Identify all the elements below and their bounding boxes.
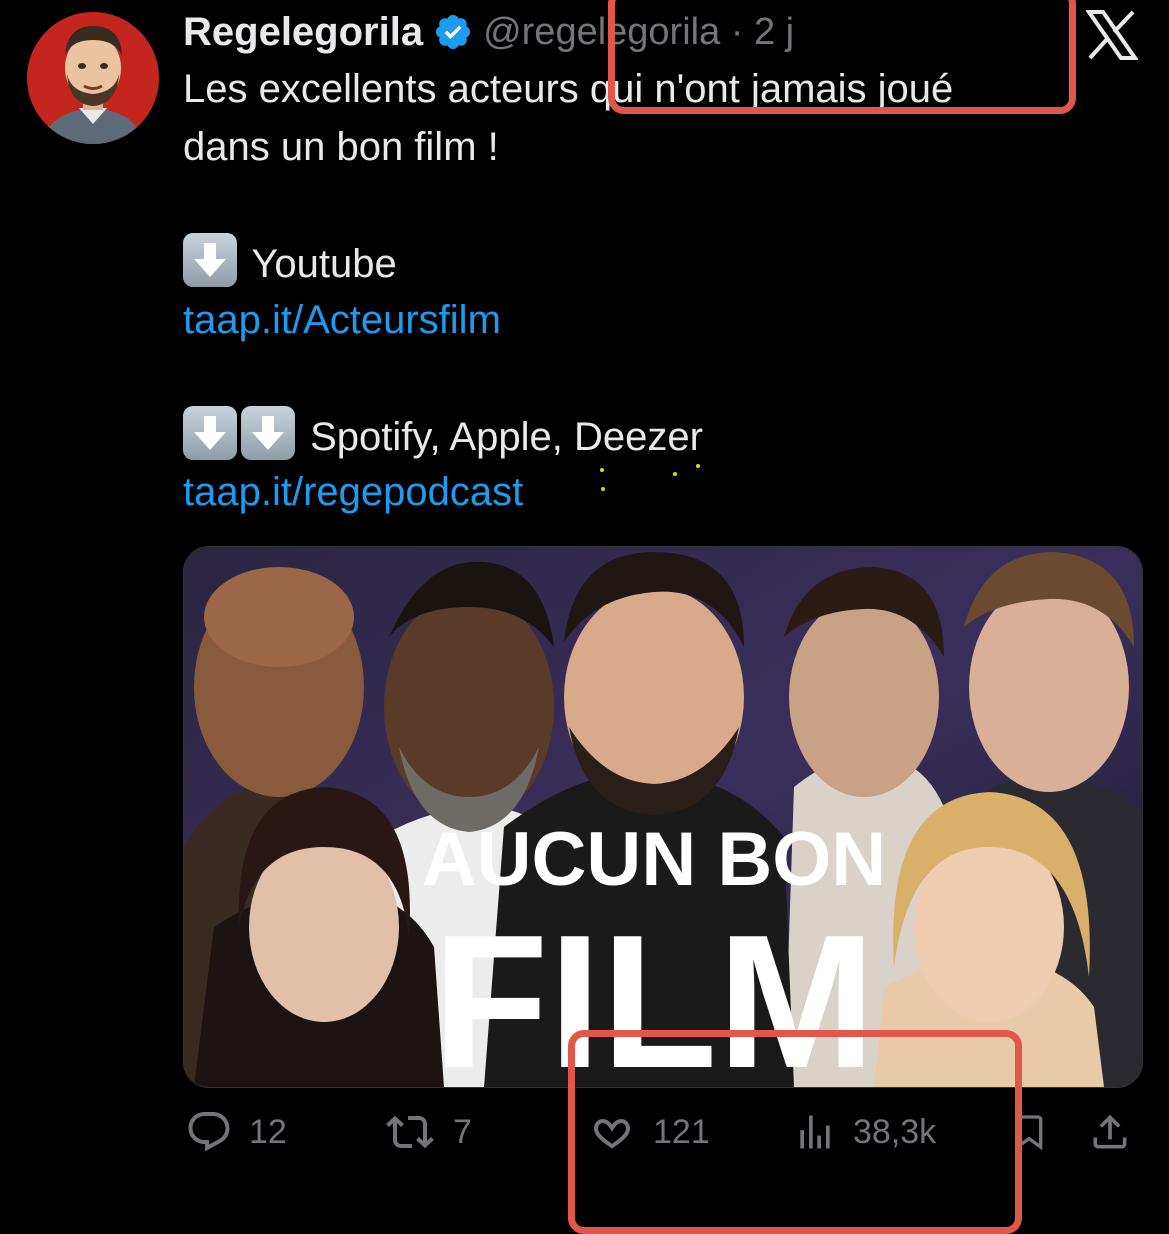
decorative-dot bbox=[600, 468, 604, 472]
down-arrow-emoji-icon bbox=[241, 406, 295, 460]
media-thumbnail[interactable]: AUCUN BON FILM bbox=[183, 546, 1143, 1088]
podcast-line: Spotify, Apple, Deezer bbox=[183, 406, 703, 466]
decorative-dot bbox=[673, 472, 677, 476]
podcast-label: Spotify, Apple, Deezer bbox=[310, 415, 703, 459]
down-arrow-emoji-icon bbox=[183, 233, 237, 287]
tweet-text-line-2: dans un bon film ! bbox=[183, 125, 499, 169]
decorative-dot bbox=[601, 487, 605, 491]
youtube-line: Youtube bbox=[183, 233, 397, 293]
avatar[interactable] bbox=[27, 12, 159, 144]
decorative-dot bbox=[696, 464, 700, 468]
reply-button[interactable]: 12 bbox=[185, 1108, 287, 1156]
repost-count: 7 bbox=[453, 1112, 472, 1151]
share-button[interactable] bbox=[1088, 1108, 1132, 1156]
repost-button[interactable]: 7 bbox=[383, 1108, 472, 1156]
down-arrow-emoji-icon bbox=[183, 406, 237, 460]
reply-count: 12 bbox=[249, 1112, 287, 1151]
reply-icon bbox=[188, 1112, 230, 1152]
share-icon bbox=[1093, 1114, 1127, 1149]
youtube-label: Youtube bbox=[251, 242, 397, 286]
podcast-link[interactable]: taap.it/regepodcast bbox=[183, 463, 523, 521]
x-logo-icon[interactable] bbox=[1086, 10, 1138, 60]
thumbnail-title-line-1: AUCUN BON bbox=[422, 817, 886, 902]
youtube-link[interactable]: taap.it/Acteursfilm bbox=[183, 291, 501, 349]
author-name[interactable]: Regelegorila bbox=[183, 10, 423, 55]
highlight-box-timestamp bbox=[608, 0, 1076, 114]
repost-icon bbox=[386, 1115, 434, 1149]
verified-badge-icon bbox=[435, 14, 471, 50]
highlight-box-stats bbox=[568, 1030, 1022, 1234]
